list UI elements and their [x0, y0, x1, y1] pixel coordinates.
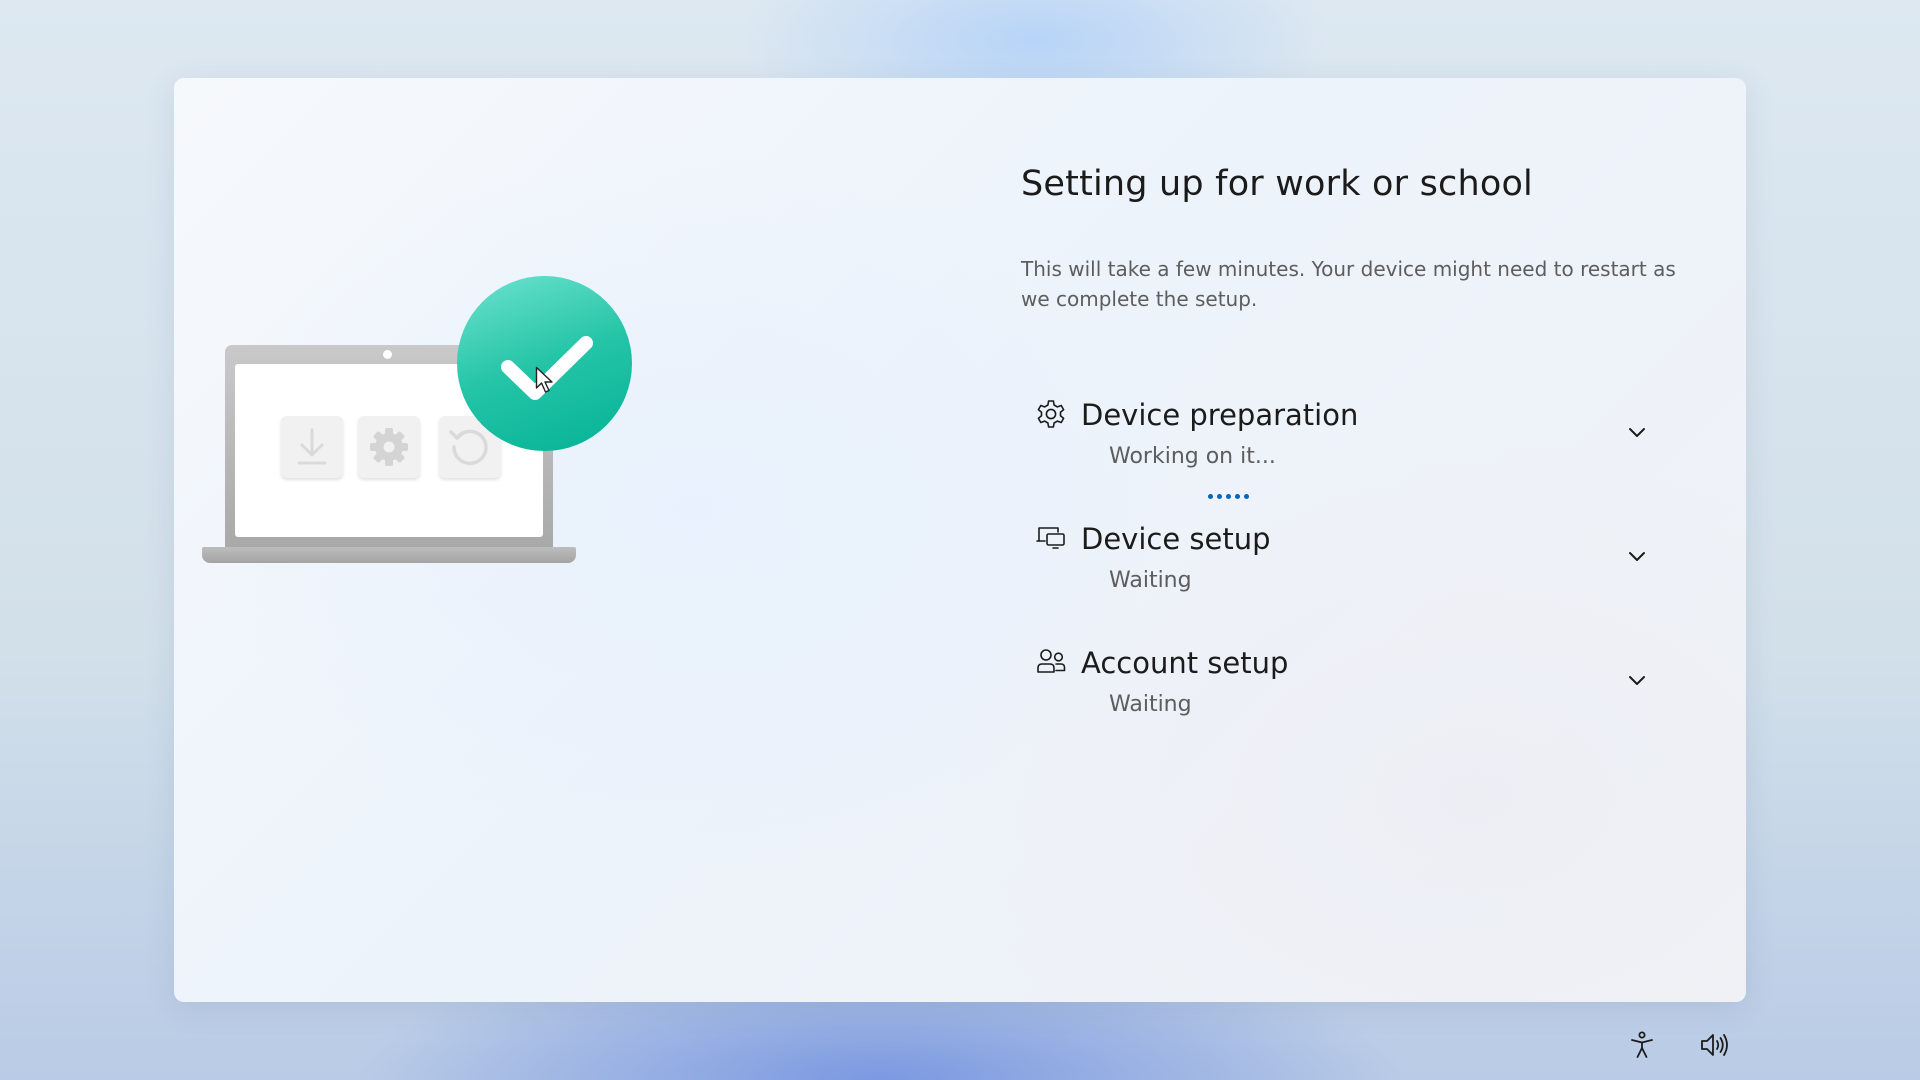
step-status: Waiting	[1109, 568, 1192, 593]
volume-icon	[1701, 1034, 1728, 1056]
volume-button[interactable]	[1699, 1030, 1729, 1060]
progress-dot	[1226, 494, 1231, 499]
laptop-camera	[383, 350, 392, 359]
checkmark-badge	[457, 276, 632, 451]
page-title: Setting up for work or school	[1021, 164, 1533, 204]
chevron-down-icon[interactable]	[1625, 420, 1649, 444]
gear-icon	[1037, 400, 1065, 428]
progress-dot	[1217, 494, 1222, 499]
step-label: Account setup	[1081, 646, 1289, 680]
checkmark-icon	[500, 335, 593, 400]
download-icon	[297, 428, 327, 465]
progress-dot	[1244, 494, 1249, 499]
download-tile	[281, 416, 343, 478]
step-device-setup: Device setup Waiting	[1021, 522, 1661, 622]
chevron-down-icon[interactable]	[1625, 544, 1649, 568]
progress-dot	[1208, 494, 1213, 499]
accessibility-icon	[1631, 1031, 1653, 1058]
restart-icon	[449, 429, 488, 466]
accessibility-button[interactable]	[1627, 1030, 1657, 1060]
step-label: Device setup	[1081, 522, 1271, 556]
laptop-base	[202, 547, 576, 563]
step-label: Device preparation	[1081, 398, 1359, 432]
devices-icon	[1036, 527, 1065, 549]
chevron-down-icon[interactable]	[1625, 668, 1649, 692]
setup-illustration	[202, 276, 654, 586]
step-account-setup: Account setup Waiting	[1021, 646, 1661, 746]
settings-tile	[358, 416, 420, 478]
gear-icon	[370, 428, 408, 466]
step-status: Waiting	[1109, 692, 1192, 717]
step-device-preparation: Device preparation Working on it...	[1021, 398, 1661, 498]
progress-indicator	[1208, 494, 1249, 499]
people-icon	[1037, 649, 1066, 673]
step-status: Working on it...	[1109, 444, 1276, 469]
progress-dot	[1235, 494, 1240, 499]
page-description: This will take a few minutes. Your devic…	[1021, 257, 1676, 311]
mouse-cursor-icon	[535, 366, 553, 393]
